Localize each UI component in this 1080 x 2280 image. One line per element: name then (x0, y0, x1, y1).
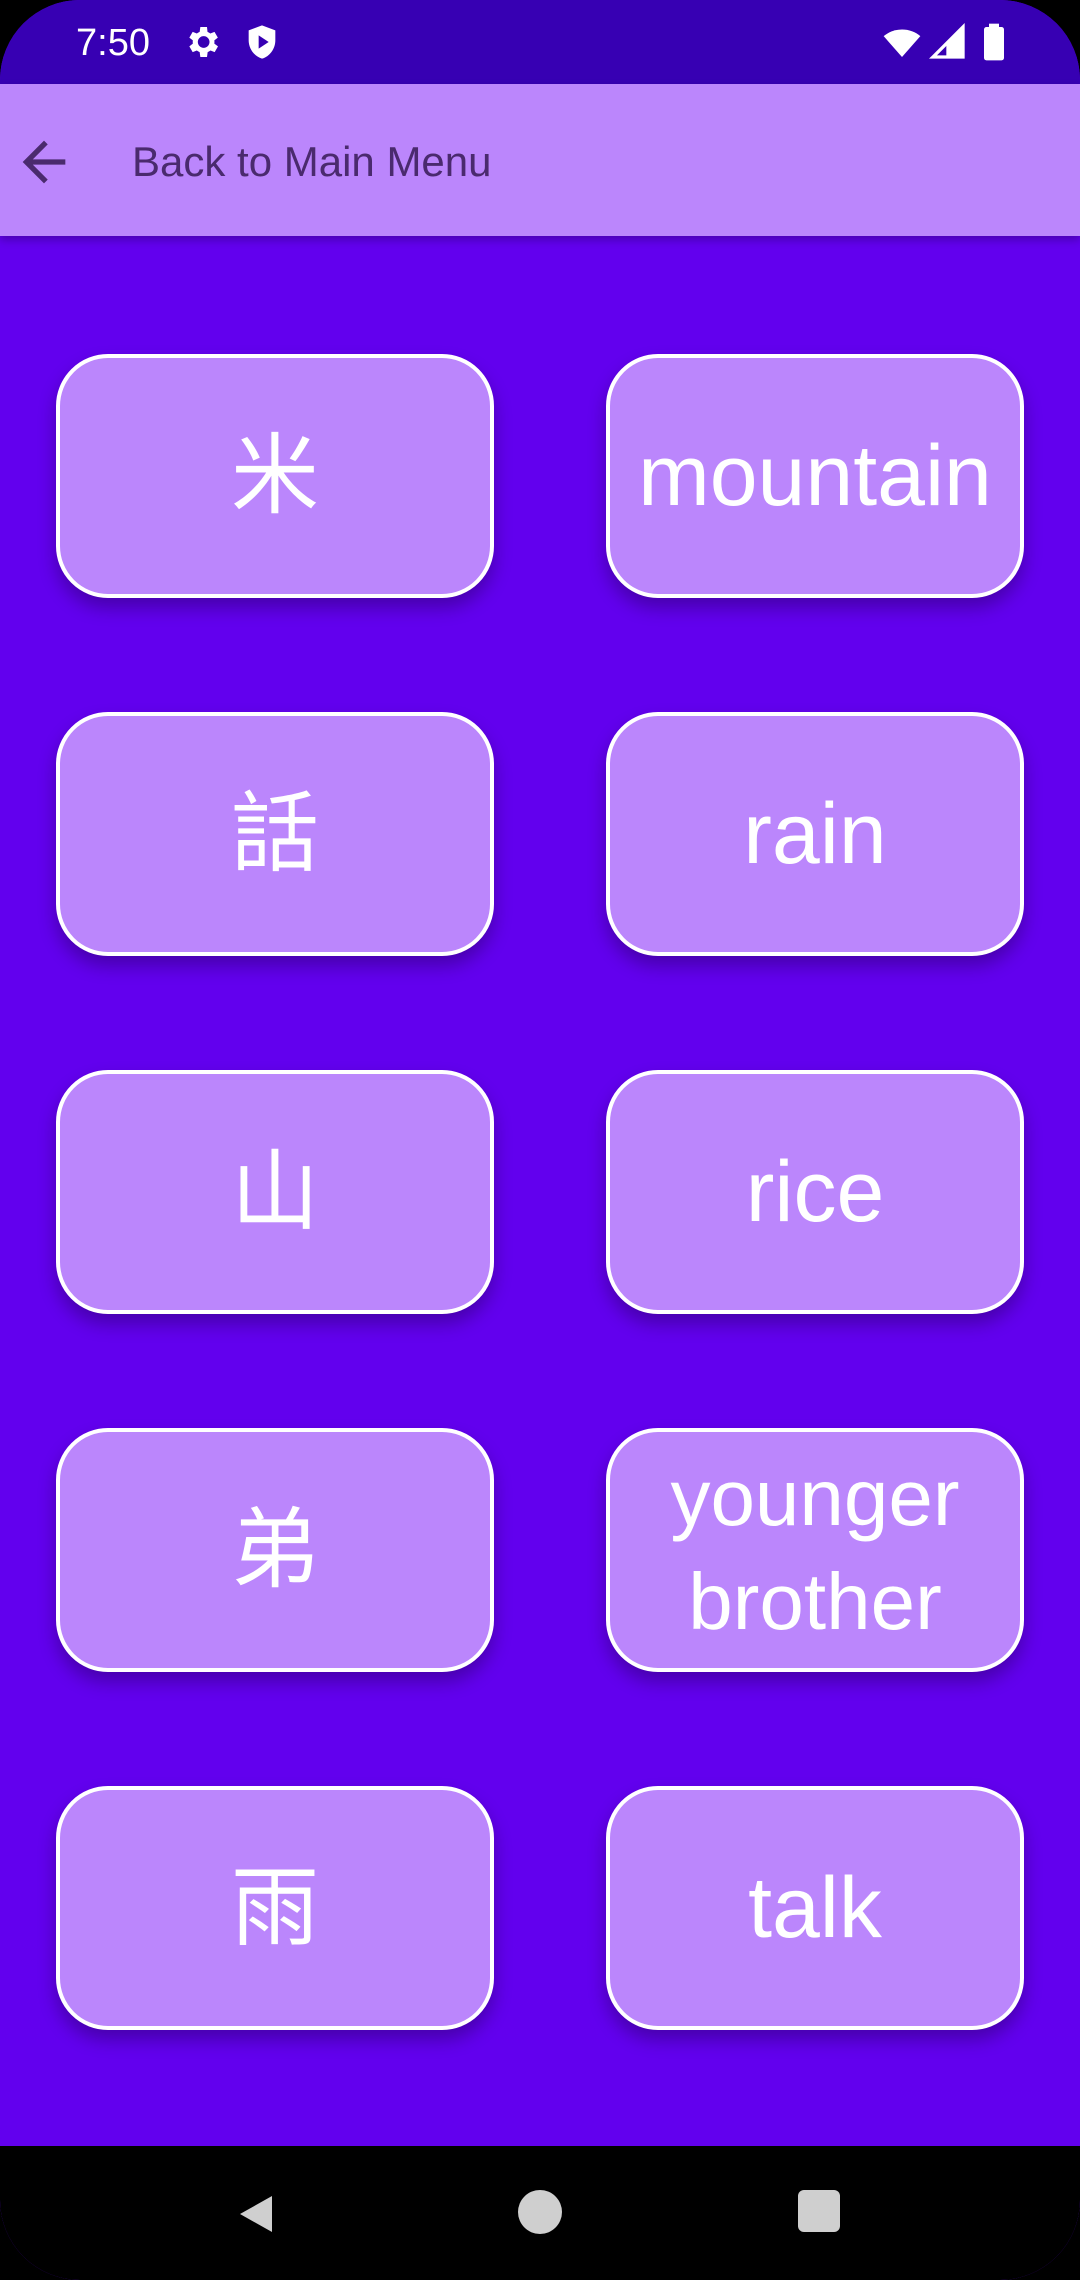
card-left-3-label: 山 (230, 1140, 319, 1243)
card-right-2[interactable]: rain (606, 712, 1024, 956)
card-left-3[interactable]: 山 (56, 1070, 494, 1314)
card-right-1[interactable]: mountain (606, 354, 1024, 598)
settings-gear-icon (189, 27, 218, 57)
navigation-bar (0, 2146, 1080, 2280)
card-right-1-label: mountain (638, 428, 992, 524)
app-bar: Back to Main Menu (0, 84, 1080, 236)
card-right-2-label: rain (743, 786, 887, 882)
card-right-4[interactable]: younger brother (606, 1428, 1024, 1672)
card-left-2-label: 話 (230, 782, 319, 885)
card-right-3-label: rice (745, 1144, 885, 1240)
card-left-1-label: 米 (230, 424, 319, 527)
wifi-icon (883, 29, 921, 57)
card-left-5-label: 雨 (230, 1856, 319, 1959)
status-time: 7:50 (76, 22, 150, 64)
card-right-5-label: talk (748, 1860, 882, 1956)
card-left-2[interactable]: 話 (56, 712, 494, 956)
card-left-1[interactable]: 米 (56, 354, 494, 598)
card-left-4-label: 弟 (230, 1498, 319, 1601)
card-left-5[interactable]: 雨 (56, 1786, 494, 2030)
cell-signal-icon (928, 22, 965, 59)
back-to-main-menu-title[interactable]: Back to Main Menu (132, 132, 492, 192)
screen: 7:50 Back to Main Menu 米 mountain 話 rain… (0, 0, 1080, 2280)
status-bar: 7:50 (0, 0, 1080, 84)
battery-icon (984, 23, 1004, 61)
nav-recents-icon[interactable] (798, 2190, 840, 2232)
nav-home-icon[interactable] (518, 2190, 562, 2234)
card-right-4-label: younger brother (670, 1453, 960, 1646)
shield-play-icon (248, 25, 276, 59)
nav-back-icon[interactable] (234, 2190, 282, 2238)
arrow-left-icon[interactable] (12, 130, 76, 194)
card-right-5[interactable]: talk (606, 1786, 1024, 2030)
card-right-3[interactable]: rice (606, 1070, 1024, 1314)
card-left-4[interactable]: 弟 (56, 1428, 494, 1672)
